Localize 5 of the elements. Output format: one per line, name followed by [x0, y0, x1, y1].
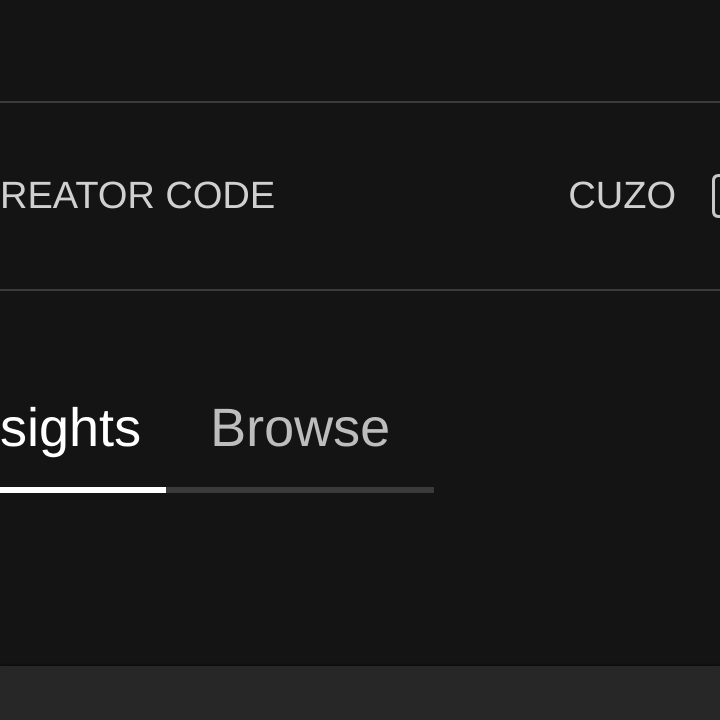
square-outline-icon[interactable]: [712, 174, 720, 218]
tab[interactable]: sights: [0, 401, 166, 493]
creator-code-label: REATOR CODE: [0, 174, 276, 218]
creator-code-value: CUZO: [568, 174, 676, 218]
tab[interactable]: Browse: [166, 401, 434, 493]
